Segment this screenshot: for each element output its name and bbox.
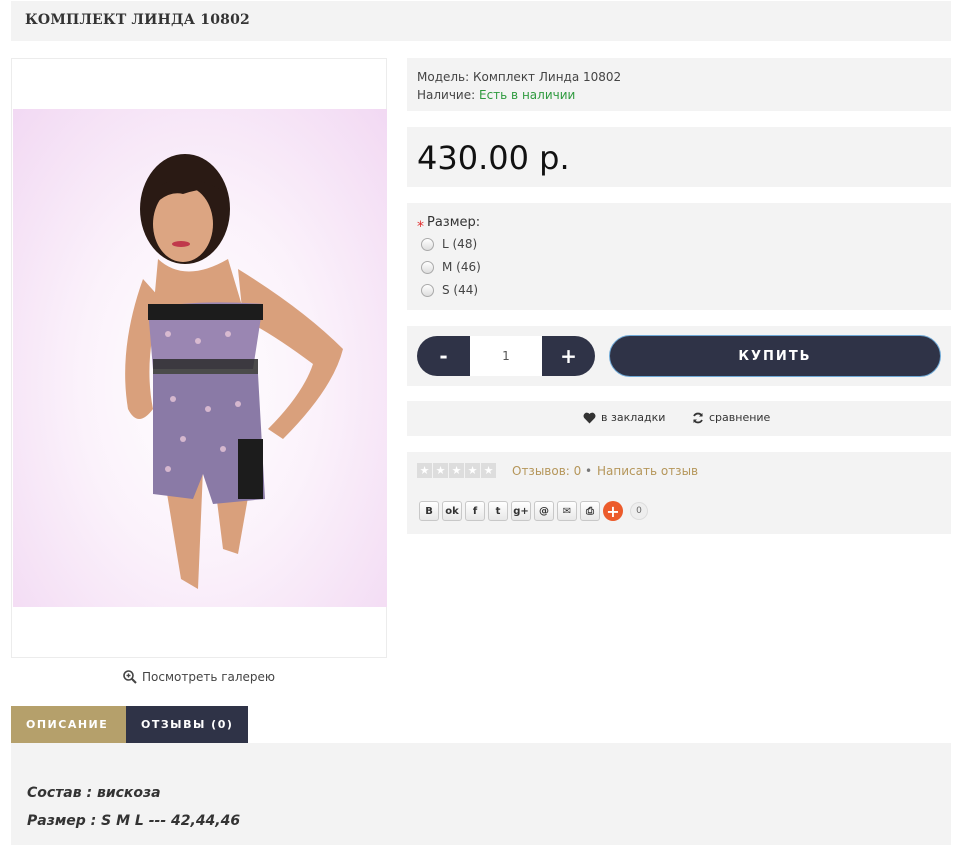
model-row: Модель: Комплект Линда 10802 — [417, 68, 941, 86]
size-options-panel: * Размер: L (48) M (46) S (44) — [407, 203, 951, 310]
add-to-wishlist-link[interactable]: в закладки — [583, 411, 665, 424]
print-button[interactable]: ⎙ — [580, 501, 600, 521]
write-review-link[interactable]: Написать отзыв — [597, 464, 698, 478]
size-option-m[interactable]: M (46) — [421, 260, 481, 274]
size-option-label: L (48) — [442, 237, 478, 251]
product-image-frame[interactable] — [11, 58, 387, 658]
size-label: Размер: — [427, 215, 481, 230]
buy-button[interactable]: КУПИТЬ — [609, 335, 941, 377]
mailru-share-button[interactable]: @ — [534, 501, 554, 521]
add-to-compare-link[interactable]: сравнение — [692, 411, 770, 424]
compare-label: сравнение — [709, 411, 771, 424]
facebook-share-button[interactable]: f — [465, 501, 485, 521]
separator-dot: • — [585, 464, 593, 478]
size-radio-l[interactable] — [421, 237, 434, 251]
size-option-l[interactable]: L (48) — [421, 237, 477, 251]
reviews-count-link[interactable]: Отзывов: 0 — [512, 464, 581, 478]
tab-description[interactable]: ОПИСАНИЕ — [11, 706, 126, 743]
product-price: 430.00 р. — [417, 139, 570, 177]
star-icon: ★ — [417, 463, 432, 478]
availability-value: Есть в наличии — [479, 88, 576, 102]
size-option-label: S (44) — [442, 283, 479, 297]
tab-reviews[interactable]: ОТЗЫВЫ (0) — [126, 706, 249, 743]
twitter-share-button[interactable]: t — [488, 501, 508, 521]
google-plus-share-button[interactable]: g+ — [511, 501, 531, 521]
heart-icon — [583, 412, 596, 423]
model-value: Комплект Линда 10802 — [473, 70, 622, 84]
rating-stars: ★ ★ ★ ★ ★ — [417, 463, 496, 478]
description-sizes: Размер : S M L --- 42,44,46 — [27, 813, 241, 829]
page-title: КОМПЛЕКТ ЛИНДА 10802 — [25, 12, 250, 28]
quantity-input[interactable]: 1 — [470, 336, 542, 376]
share-counter: 0 — [630, 502, 648, 520]
availability-label: Наличие: — [417, 88, 476, 102]
required-mark: * — [417, 219, 424, 235]
share-more-button[interactable]: + — [603, 501, 623, 521]
quantity-decrease-button[interactable]: - — [417, 336, 470, 376]
view-gallery-link[interactable]: Посмотреть галерею — [123, 670, 275, 684]
star-icon: ★ — [465, 463, 480, 478]
quantity-stepper: - 1 + — [417, 336, 595, 376]
star-icon: ★ — [449, 463, 464, 478]
add-to-cart-panel: - 1 + КУПИТЬ — [407, 326, 951, 386]
description-panel: Состав : вискоза Размер : S M L --- 42,4… — [11, 743, 951, 845]
size-option-label: M (46) — [442, 260, 481, 274]
refresh-icon — [693, 412, 703, 423]
page-title-bar: КОМПЛЕКТ ЛИНДА 10802 — [11, 1, 951, 41]
vk-share-button[interactable]: B — [419, 501, 439, 521]
star-icon: ★ — [433, 463, 448, 478]
product-info-panel: Модель: Комплект Линда 10802 Наличие: Ес… — [407, 58, 951, 111]
quantity-increase-button[interactable]: + — [542, 336, 595, 376]
wishlist-label: в закладки — [601, 411, 666, 424]
description-composition: Состав : вискоза — [27, 785, 161, 801]
share-buttons: B ok f t g+ @ ✉ ⎙ + 0 — [419, 501, 648, 521]
size-radio-m[interactable] — [421, 260, 434, 274]
availability-row: Наличие: Есть в наличии — [417, 86, 941, 104]
product-actions-panel: в закладки сравнение — [407, 401, 951, 436]
model-label: Модель: — [417, 70, 470, 84]
odnoklassniki-share-button[interactable]: ok — [442, 501, 462, 521]
model-illustration — [125, 154, 343, 589]
reviews-share-panel: ★ ★ ★ ★ ★ Отзывов: 0 • Написать отзыв B … — [407, 452, 951, 534]
price-panel: 430.00 р. — [407, 127, 951, 187]
size-radio-s[interactable] — [421, 283, 434, 297]
product-tabs: ОПИСАНИЕ ОТЗЫВЫ (0) — [11, 706, 249, 743]
star-icon: ★ — [481, 463, 496, 478]
email-share-button[interactable]: ✉ — [557, 501, 577, 521]
product-photo[interactable] — [13, 109, 387, 607]
size-option-s[interactable]: S (44) — [421, 283, 478, 297]
view-gallery-label: Посмотреть галерею — [142, 670, 276, 684]
zoom-in-icon — [123, 670, 137, 684]
